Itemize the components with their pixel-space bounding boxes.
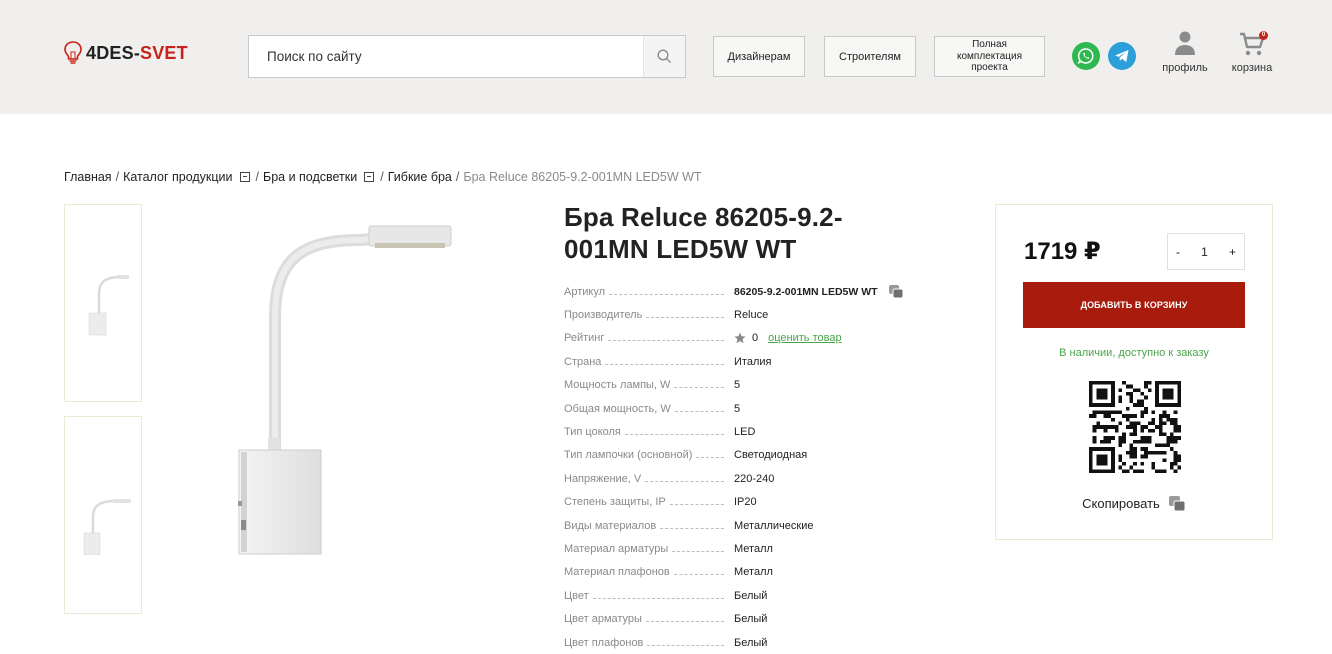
spec-value: 86205-9.2-001MN LED5W WT [734, 285, 878, 298]
breadcrumb-flexible-wall-lights[interactable]: Гибкие бра [388, 170, 452, 184]
profile-label: профиль [1162, 62, 1208, 74]
product-title: Бра Reluce 86205-9.2-001MN LED5W WT [564, 202, 843, 264]
spec-value: Металл [734, 566, 773, 579]
spec-label: Страна [564, 355, 602, 368]
spec-row: Цвет арматуры Белый [564, 607, 944, 630]
nav-full-project-button[interactable]: Полная комплектация проекта [934, 36, 1045, 77]
spec-label: Степень защиты, IP [564, 496, 666, 509]
profile-link[interactable]: профиль [1160, 30, 1210, 74]
spec-label: Напряжение, V [564, 472, 642, 485]
logo[interactable]: 4DES-SVET [63, 40, 188, 66]
cart-label: корзина [1231, 62, 1273, 74]
spec-value: Белый [734, 636, 768, 649]
purchase-panel: 1719 ₽ - 1 + ДОБАВИТЬ В КОРЗИНУ В наличи… [995, 204, 1273, 540]
dropdown-icon[interactable] [364, 172, 375, 182]
spec-row: Материал арматуры Металл [564, 537, 944, 560]
spec-label: Тип лампочки (основной) [564, 449, 693, 462]
spec-row: Тип цоколя LED [564, 420, 944, 443]
spec-row: Виды материалов Металлические [564, 514, 944, 537]
spec-label: Цвет плафонов [564, 636, 644, 649]
cart-link[interactable]: 0 корзина [1226, 30, 1278, 74]
copy-label: Скопировать [1082, 496, 1160, 511]
spec-row: Рейтинг 0 оценить товар [564, 327, 944, 350]
breadcrumb-home[interactable]: Главная [64, 170, 112, 184]
spec-label: Виды материалов [564, 519, 657, 532]
breadcrumb-current: Бра Reluce 86205-9.2-001MN LED5W WT [463, 170, 702, 184]
telegram-icon [1115, 50, 1129, 62]
star-icon [734, 332, 746, 344]
spec-row: Материал плафонов Металл [564, 561, 944, 584]
rating-value: 0 [752, 332, 759, 345]
copy-icon[interactable] [888, 284, 904, 299]
logo-text: 4DES-SVET [86, 42, 188, 63]
product-thumbnail[interactable] [64, 416, 142, 614]
spec-value: Италия [734, 355, 772, 368]
spec-value: IP20 [734, 496, 757, 509]
spec-row: Артикул 86205-9.2-001MN LED5W WT [564, 280, 944, 303]
spec-value: 220-240 [734, 472, 775, 485]
rate-product-link[interactable]: оценить товар [768, 332, 841, 344]
spec-value: LED [734, 426, 756, 439]
spec-value: Белый [734, 589, 768, 602]
spec-label: Мощность лампы, W [564, 379, 671, 392]
spec-label: Артикул [564, 285, 606, 298]
product-price: 1719 ₽ [1024, 238, 1101, 265]
whatsapp-button[interactable] [1072, 42, 1100, 70]
spec-row: Цвет плафонов Белый [564, 631, 944, 654]
spec-value: Светодиодная [734, 449, 808, 462]
breadcrumb-wall-lights[interactable]: Бра и подсветки [263, 170, 357, 184]
bulb-icon [64, 41, 82, 64]
spec-value: 5 [734, 402, 741, 415]
breadcrumb-catalog[interactable]: Каталог продукции [123, 170, 232, 184]
spec-row: Мощность лампы, W 5 [564, 374, 944, 397]
breadcrumb: Главная / Каталог продукции / Бра и подс… [64, 170, 702, 184]
qty-increase-button[interactable]: + [1229, 245, 1236, 259]
nav-builders-button[interactable]: Строителям [824, 36, 916, 77]
spec-label: Материал плафонов [564, 566, 670, 579]
whatsapp-icon [1077, 48, 1094, 65]
spec-label: Производитель [564, 309, 643, 322]
spec-value: Металл [734, 542, 773, 555]
nav-designers-button[interactable]: Дизайнерам [713, 36, 805, 77]
site-header: 4DES-SVET Дизайнерам Строителям Полная к… [0, 0, 1332, 114]
spec-value: Белый [734, 613, 768, 626]
product-specs: Артикул 86205-9.2-001MN LED5W WT Произво… [564, 280, 944, 654]
cart-count-badge: 0 [1259, 31, 1268, 40]
spec-label: Цвет [564, 589, 589, 602]
search-bar [248, 35, 686, 78]
search-button[interactable] [643, 36, 685, 77]
spec-label: Тип цоколя [564, 426, 621, 439]
spec-label: Цвет арматуры [564, 613, 642, 626]
spec-row: Общая мощность, W 5 [564, 397, 944, 420]
search-icon [657, 49, 671, 63]
lamp-thumbnail-image [88, 275, 129, 336]
spec-label: Общая мощность, W [564, 402, 671, 415]
spec-row: Цвет Белый [564, 584, 944, 607]
spec-row: Степень защиты, IP IP20 [564, 491, 944, 514]
add-to-cart-button[interactable]: ДОБАВИТЬ В КОРЗИНУ [1023, 282, 1245, 328]
quantity-stepper: - 1 + [1167, 233, 1245, 270]
spec-row: Производитель Reluce [564, 303, 944, 326]
product-thumbnail[interactable] [64, 204, 142, 402]
spec-row: Тип лампочки (основной) Светодиодная [564, 444, 944, 467]
dropdown-icon[interactable] [239, 172, 250, 182]
product-main-image[interactable] [230, 210, 470, 570]
telegram-button[interactable] [1108, 42, 1136, 70]
spec-value: Металлические [734, 519, 814, 532]
spec-label: Рейтинг [564, 332, 605, 345]
spec-row: Страна Италия [564, 350, 944, 373]
profile-icon [1175, 31, 1195, 55]
qty-decrease-button[interactable]: - [1176, 245, 1180, 259]
spec-value: 5 [734, 379, 741, 392]
copy-icon [1168, 496, 1186, 512]
qty-value[interactable]: 1 [1201, 245, 1208, 259]
lamp-thumbnail-image [83, 499, 131, 555]
spec-value: Reluce [734, 309, 769, 322]
spec-row: Напряжение, V 220-240 [564, 467, 944, 490]
stock-status: В наличии, доступно к заказу [1059, 347, 1209, 359]
qr-code [1089, 381, 1181, 473]
copy-link-button[interactable]: Скопировать [996, 495, 1272, 512]
search-input[interactable] [249, 36, 643, 77]
spec-label: Материал арматуры [564, 542, 669, 555]
